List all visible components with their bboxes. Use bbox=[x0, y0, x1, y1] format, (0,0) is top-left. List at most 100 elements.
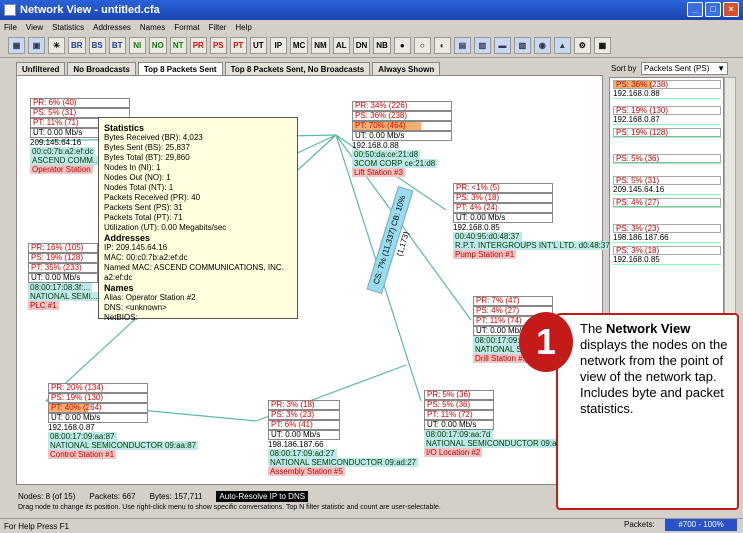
toggle-al-button[interactable]: AL bbox=[332, 37, 350, 54]
tab-top8-no-broadcasts[interactable]: Top 8 Packets Sent, No Broadcasts bbox=[224, 62, 371, 76]
toggle-ut-button[interactable]: UT bbox=[249, 37, 267, 54]
tab-no-broadcasts[interactable]: No Broadcasts bbox=[67, 62, 136, 76]
tooltip-stat: Packets Sent (PS): 31 bbox=[104, 203, 183, 212]
node-plc-pt: PT: 35% (233) bbox=[28, 263, 98, 273]
list-item[interactable]: PS: 3% (18) 192.168.0.85 bbox=[613, 246, 721, 265]
open-circle-icon[interactable]: ○ bbox=[413, 37, 431, 54]
list-item-bar: PS: 19% (128) bbox=[613, 128, 721, 137]
maximize-button[interactable]: □ bbox=[705, 2, 721, 17]
menu-addresses[interactable]: Addresses bbox=[93, 23, 131, 32]
list-item[interactable]: PS: 3% (23) 198.186.187.66 bbox=[613, 224, 721, 243]
alert-icon[interactable]: ▲ bbox=[553, 37, 571, 54]
table-icon[interactable]: ▦ bbox=[593, 37, 611, 54]
list-item-ip bbox=[613, 137, 721, 138]
cb-icon[interactable]: ▤ bbox=[453, 37, 471, 54]
auto-resolve-button[interactable]: Auto-Resolve IP to DNS bbox=[216, 491, 309, 502]
tooltip-stat: Nodes Total (NT): 1 bbox=[104, 183, 174, 192]
toggle-pr-button[interactable]: PR bbox=[189, 37, 207, 54]
node-assembly-station[interactable]: PR: 3% (18) PS: 3% (23) PT: 6% (41) UT: … bbox=[268, 400, 419, 476]
half-circle-icon[interactable]: ◐ bbox=[433, 37, 451, 54]
node-plc-org: NATIONAL SEMI... bbox=[28, 292, 100, 301]
node-op-name: Operator Station bbox=[30, 165, 93, 174]
sort-dropdown[interactable]: Packets Sent (PS) ▼ bbox=[641, 62, 728, 75]
star-layout-icon[interactable]: ✳ bbox=[48, 37, 65, 54]
node-op-pr: PR: 6% (40) bbox=[30, 98, 130, 108]
node-plc-pr: PR: 16% (105) bbox=[28, 243, 98, 253]
menu-statistics[interactable]: Statistics bbox=[52, 23, 84, 32]
menu-filter[interactable]: Filter bbox=[209, 23, 227, 32]
list-item-bar: PS: 5% (36) bbox=[613, 154, 721, 163]
close-button[interactable]: × bbox=[723, 2, 739, 17]
tab-always-shown[interactable]: Always Shown bbox=[372, 62, 441, 76]
list-item[interactable]: PS: 5% (36) bbox=[613, 154, 721, 164]
toggle-br-button[interactable]: BR bbox=[68, 37, 86, 54]
menu-bar: File View Statistics Addresses Names For… bbox=[0, 20, 743, 34]
status-packets: Packets: 667 bbox=[89, 492, 136, 501]
settings-icon[interactable]: ⚙ bbox=[573, 37, 591, 54]
toggle-bs-button[interactable]: BS bbox=[88, 37, 106, 54]
list-item[interactable]: PS: 36% (238) 192.168.0.88 bbox=[613, 80, 721, 99]
toggle-pt-button[interactable]: PT bbox=[229, 37, 247, 54]
list-item-bar: PS: 19% (130) bbox=[613, 106, 721, 115]
node-io-location[interactable]: PR: 5% (36) PS: 5% (36) PT: 11% (72) UT:… bbox=[424, 390, 575, 457]
node-control-ps: PS: 19% (130) bbox=[48, 393, 148, 403]
node-assembly-pt: PT: 6% (41) bbox=[268, 420, 340, 430]
menu-file[interactable]: File bbox=[4, 23, 17, 32]
menu-format[interactable]: Format bbox=[174, 23, 199, 32]
sort-value: Packets Sent (PS) bbox=[644, 64, 710, 73]
node-pump-station[interactable]: PR: <1% (5) PS: 3% (18) PT: 4% (24) UT: … bbox=[453, 183, 612, 259]
toggle-nb-button[interactable]: NB bbox=[373, 37, 391, 54]
toggle-ni-button[interactable]: NI bbox=[128, 37, 146, 54]
packets-progress: #700 - 100% bbox=[665, 519, 737, 531]
filled-circle-icon[interactable]: ● bbox=[393, 37, 411, 54]
chart-icon[interactable]: ▧ bbox=[513, 37, 531, 54]
globe-icon[interactable]: ◉ bbox=[533, 37, 551, 54]
list-item-bar: PS: 5% (31) bbox=[613, 176, 721, 185]
node-io-ps: PS: 5% (36) bbox=[424, 400, 494, 410]
grid-view-icon[interactable]: ▦ bbox=[8, 37, 25, 54]
tooltip-stat: Bytes Sent (BS): 25,837 bbox=[104, 143, 190, 152]
node-lift-name: Lift Station #3 bbox=[352, 168, 405, 177]
toggle-mc-button[interactable]: MC bbox=[289, 37, 309, 54]
node-lift-station[interactable]: PR: 34% (226) PS: 36% (238) PT: 70% (464… bbox=[352, 101, 452, 177]
toggle-nt-button[interactable]: NT bbox=[169, 37, 187, 54]
node-pump-pt: PT: 4% (24) bbox=[453, 203, 553, 213]
callout-number-badge: 1 bbox=[519, 312, 573, 372]
tooltip-stats-heading: Statistics bbox=[104, 123, 145, 133]
node-assembly-org: NATIONAL SEMICONDUCTOR 09:ad:27 bbox=[268, 458, 419, 467]
menu-help[interactable]: Help bbox=[235, 23, 251, 32]
toggle-ip-button[interactable]: IP bbox=[269, 37, 287, 54]
toggle-nm-button[interactable]: NM bbox=[311, 37, 330, 54]
menu-names[interactable]: Names bbox=[140, 23, 165, 32]
list-item[interactable]: PS: 5% (31) 209.145.64.16 bbox=[613, 176, 721, 195]
list-item[interactable]: PS: 19% (128) bbox=[613, 128, 721, 138]
toggle-no-button[interactable]: NO bbox=[148, 37, 167, 54]
node-plc[interactable]: PR: 16% (105) PS: 19% (128) PT: 35% (233… bbox=[28, 243, 100, 310]
list-item[interactable]: PS: 19% (130) 192.168.0.87 bbox=[613, 106, 721, 125]
toggle-ps-button[interactable]: PS bbox=[209, 37, 227, 54]
node-lift-ip: 192.168.0.88 bbox=[352, 141, 399, 150]
node-pump-name: Pump Station #1 bbox=[453, 250, 517, 259]
line-icon[interactable]: ▬ bbox=[493, 37, 511, 54]
tooltip-stat: Nodes In (NI): 1 bbox=[104, 163, 161, 172]
menu-view[interactable]: View bbox=[26, 23, 43, 32]
toggle-dn-button[interactable]: DN bbox=[352, 37, 371, 54]
bar-icon[interactable]: ▥ bbox=[473, 37, 491, 54]
tab-top8-packets-sent[interactable]: Top 8 Packets Sent bbox=[137, 62, 223, 76]
node-pump-mac: 00:40:95:d0:48:37 bbox=[453, 232, 522, 241]
tooltip-stat: Packets Total (PT): 71 bbox=[104, 213, 183, 222]
node-assembly-name: Assembly Station #5 bbox=[268, 467, 345, 476]
node-pump-pr: PR: <1% (5) bbox=[453, 183, 553, 193]
app-icon bbox=[4, 4, 16, 16]
node-lift-mac: 00:50:da:ce:21:d8 bbox=[352, 150, 421, 159]
node-control-station[interactable]: PR: 20% (134) PS: 19% (130) PT: 40% (264… bbox=[48, 383, 199, 459]
tab-unfiltered[interactable]: Unfiltered bbox=[16, 62, 66, 76]
list-item-ip: 198.186.187.66 bbox=[613, 233, 721, 243]
node-lift-pt: PT: 70% (464) bbox=[352, 121, 452, 131]
node-assembly-ut: UT: 0.00 Mb/s bbox=[268, 430, 340, 440]
toggle-bt-button[interactable]: BT bbox=[108, 37, 126, 54]
node-lift-pr: PR: 34% (226) bbox=[352, 101, 452, 111]
list-item[interactable]: PS: 4% (27) bbox=[613, 198, 721, 208]
minimize-button[interactable]: _ bbox=[687, 2, 703, 17]
layout-icon[interactable]: ▣ bbox=[28, 37, 45, 54]
